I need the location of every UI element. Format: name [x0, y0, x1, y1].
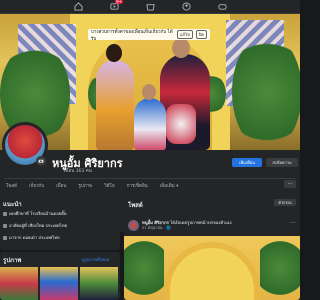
see-all-photos-link[interactable]: ดูรูปภาพทั้งหมด	[82, 256, 109, 263]
tab-videos[interactable]: วิดีโอ	[104, 182, 115, 189]
photos-title: รูปภาพ	[3, 257, 22, 264]
tab-photos[interactable]: รูปภาพ	[78, 182, 92, 189]
photos-panel: รูปภาพ ดูรูปภาพทั้งหมด	[0, 252, 120, 300]
marketplace-icon[interactable]	[143, 1, 157, 13]
friends-count[interactable]: เพื่อน 363 คน	[64, 167, 92, 174]
notice-text: บางส่วนการตั้งค่าของเพื่อนเห็นเกี่ยวกับ …	[91, 29, 173, 42]
divider	[4, 178, 296, 179]
intro-item: อาศัยอยู่ที่ เชียงใหม่ ประเทศไทย	[3, 222, 67, 229]
intro-item-text: เคยศึกษาที่ โรงเรียนบ้านดอยติ๊ด	[9, 211, 67, 216]
add-friend-label: เพิ่มเพื่อน	[239, 160, 255, 165]
intro-item-text: มาจาก ดอยเต่า ประเทศไทย	[9, 235, 60, 240]
notice-close-button[interactable]: ปิด	[195, 30, 207, 39]
home-location-icon	[3, 223, 7, 228]
school-icon	[3, 211, 7, 216]
intro-panel: แนะนำ เคยศึกษาที่ โรงเรียนบ้านดอยติ๊ด อา…	[0, 196, 120, 250]
cover-photo[interactable]: บางส่วนการตั้งค่าของเพื่อนเห็นเกี่ยวกับ …	[0, 14, 300, 150]
cover-notice: บางส่วนการตั้งค่าของเพื่อนเห็นเกี่ยวกับ …	[88, 29, 210, 42]
posts-panel: โพสต์ ตัวกรอง หนูอั้ม ศิริยากร ได้อัปเดต…	[124, 196, 300, 300]
gaming-icon[interactable]	[215, 1, 229, 13]
message-label: ส่งข้อความ	[272, 160, 292, 165]
tab-friends[interactable]: เพื่อน	[56, 182, 66, 189]
posts-title: โพสต์	[128, 202, 143, 209]
more-options-button[interactable]: ...	[284, 180, 296, 188]
photo-thumbnail[interactable]	[0, 267, 38, 300]
post-timestamp[interactable]: 21 มิถุนายน · 🌐	[142, 225, 171, 231]
intro-item-text: อาศัยอยู่ที่ เชียงใหม่ ประเทศไทย	[9, 223, 68, 228]
groups-icon[interactable]	[179, 1, 193, 13]
notice-edit-button[interactable]: แก้ไข	[177, 30, 193, 39]
video-icon[interactable]: 9+	[107, 0, 123, 13]
intro-title: แนะนำ	[3, 201, 22, 208]
video-badge: 9+	[115, 0, 123, 4]
location-pin-icon	[3, 235, 7, 240]
tab-posts[interactable]: โพสต์	[6, 182, 17, 189]
post-image[interactable]	[124, 236, 300, 300]
profile-tabs: โพสต์ เกี่ยวกับ เพื่อน รูปภาพ วิดีโอ การ…	[6, 182, 178, 189]
post-author-action: ได้อัปเดตรูปภาพหน้าปกของตัวเอง	[170, 220, 232, 225]
camera-icon[interactable]	[36, 156, 46, 166]
post-author-avatar[interactable]	[128, 220, 139, 231]
intro-item: มาจาก ดอยเต่า ประเทศไทย	[3, 234, 60, 241]
photo-thumbnail[interactable]	[80, 267, 118, 300]
tab-about[interactable]: เกี่ยวกับ	[29, 182, 44, 189]
home-icon[interactable]	[71, 1, 85, 13]
tab-checkins[interactable]: การเช็คอิน	[127, 182, 148, 189]
tab-more[interactable]: เพิ่มเติม ▾	[160, 182, 179, 189]
photo-thumbnail[interactable]	[40, 267, 78, 300]
message-button[interactable]: ส่งข้อความ	[266, 158, 298, 167]
add-friend-button[interactable]: เพิ่มเพื่อน	[232, 158, 262, 167]
intro-item: เคยศึกษาที่ โรงเรียนบ้านดอยติ๊ด	[3, 210, 67, 217]
posts-filter-button[interactable]: ตัวกรอง	[274, 199, 296, 206]
top-navigation: 9+	[0, 0, 300, 14]
post-options-button[interactable]: ···	[290, 220, 296, 227]
